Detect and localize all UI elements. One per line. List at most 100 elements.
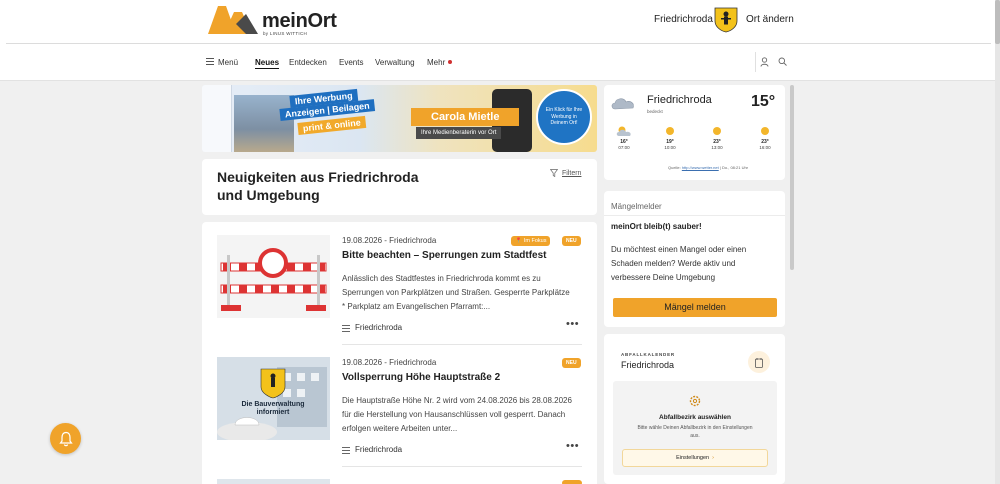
forecast-slot: 16° 07:00 bbox=[612, 125, 636, 150]
news-headline[interactable]: Vollsperrung Höhe Hauptstraße 2 bbox=[342, 372, 500, 383]
maengelmelder-widget: Mängelmelder meinOrt bleib(t) sauber! Du… bbox=[604, 191, 785, 327]
banner-cta-text: Ein Klick für Ihre Werbung in Deinem Ort… bbox=[545, 107, 583, 127]
calendar-icon[interactable] bbox=[748, 351, 770, 373]
category-icon bbox=[342, 447, 350, 454]
more-options-icon[interactable]: ••• bbox=[566, 318, 579, 330]
forecast-time: 16:00 bbox=[759, 145, 771, 150]
filter-icon[interactable] bbox=[550, 169, 558, 177]
filter-link[interactable]: Filtern bbox=[562, 170, 581, 177]
forecast-time: 13:00 bbox=[711, 145, 723, 150]
meinort-logo[interactable]: meinOrt by LINUS WITTICH bbox=[206, 4, 337, 38]
maengel-divider bbox=[604, 215, 785, 216]
abfall-empty-state: Abfallbezirk auswählen Bitte wähle Deine… bbox=[613, 381, 777, 475]
badge-focus-label: Im Fokus bbox=[523, 238, 547, 244]
news-list: 19.08.2026 - Friedrichroda 📍 Im Fokus NEU… bbox=[202, 222, 597, 484]
ad-banner[interactable]: Ihre Werbung Anzeigen | Beilagen print &… bbox=[202, 85, 597, 152]
weather-widget[interactable]: Friedrichroda bedeckt 15° 16° 07:00 19° … bbox=[604, 85, 785, 180]
news-date: 19.08.2026 - Friedrichroda bbox=[342, 236, 437, 245]
weather-source-time: | Do., 08:21 Uhr bbox=[719, 165, 749, 170]
partly-cloudy-icon bbox=[616, 126, 631, 136]
settings-button[interactable]: Einstellungen › bbox=[622, 449, 768, 467]
weather-temperature: 15° bbox=[751, 93, 776, 110]
badge-focus: 📍 Im Fokus bbox=[511, 236, 551, 246]
sidebar-scrollbar[interactable] bbox=[790, 85, 794, 270]
banner-line-3: print & online bbox=[297, 115, 367, 135]
notifications-button[interactable] bbox=[50, 423, 81, 454]
news-thumbnail[interactable]: Die Bauverwaltung informiert bbox=[217, 357, 330, 440]
main-nav: Menü Neues Entdecken Events Verwaltung M… bbox=[0, 44, 995, 81]
gear-icon bbox=[689, 395, 701, 407]
construction-image bbox=[217, 357, 330, 440]
news-location-tag[interactable]: Friedrichroda bbox=[355, 323, 402, 332]
banner-contact-name: Carola Mietle bbox=[411, 108, 520, 126]
news-excerpt: Anlässlich des Stadtfestes in Friedrichr… bbox=[342, 274, 570, 311]
sunny-icon bbox=[666, 127, 674, 135]
thumbnail-caption: Die Bauverwaltung informiert bbox=[241, 401, 305, 417]
current-place: Friedrichroda bbox=[654, 14, 713, 25]
maengel-label: Mängelmelder bbox=[611, 202, 662, 211]
nav-item-events[interactable]: Events bbox=[339, 58, 363, 67]
page-scrollbar-track bbox=[995, 0, 1000, 484]
nav-item-neues[interactable]: Neues bbox=[255, 58, 279, 67]
change-location-link[interactable]: Ort ändern bbox=[746, 14, 794, 25]
category-icon bbox=[342, 325, 350, 332]
forecast-slot: 23° 16:00 bbox=[753, 125, 777, 150]
news-date: 19.08.2026 - Friedrichroda bbox=[342, 358, 437, 367]
hamburger-icon[interactable] bbox=[206, 58, 214, 65]
nav-item-verwaltung[interactable]: Verwaltung bbox=[375, 58, 415, 67]
page-scrollbar-thumb[interactable] bbox=[995, 0, 1000, 44]
news-thumbnail-peek bbox=[217, 479, 330, 484]
abfall-label: ABFALLKALENDER bbox=[621, 352, 675, 357]
abfall-title: Abfallbezirk auswählen bbox=[659, 414, 731, 421]
forecast-slot: 19° 10:00 bbox=[658, 125, 682, 150]
badge-peek bbox=[562, 480, 582, 484]
abfall-place: Friedrichroda bbox=[621, 360, 675, 370]
bell-icon bbox=[58, 431, 73, 446]
logo-mark-icon bbox=[208, 6, 258, 34]
news-excerpt: Die Hauptstraße Höhe Nr. 2 wird vom 24.0… bbox=[342, 396, 572, 433]
trash-calendar-icon bbox=[755, 357, 763, 368]
barrier-image bbox=[217, 235, 330, 318]
more-options-icon[interactable]: ••• bbox=[566, 440, 579, 452]
maengel-text: Du möchtest einen Mangel oder einen Scha… bbox=[611, 245, 747, 282]
banner-brand-strip bbox=[202, 85, 232, 152]
weather-source-label: Quelle: bbox=[668, 165, 681, 170]
item-divider bbox=[342, 466, 582, 467]
abfall-subtitle: Bitte wähle Deinen Abfallbezirk in den E… bbox=[637, 425, 753, 439]
forecast-slot: 23° 13:00 bbox=[705, 125, 729, 150]
pin-icon: 📍 bbox=[515, 238, 522, 244]
weather-place: Friedrichroda bbox=[647, 94, 712, 106]
banner-contact-role: Ihre Medienberaterin vor Ort bbox=[416, 127, 502, 139]
logo-subtext: by LINUS WITTICH bbox=[263, 31, 308, 36]
banner-cta-circle: Ein Klick für Ihre Werbung in Deinem Ort… bbox=[536, 89, 592, 145]
site-header: meinOrt by LINUS WITTICH Friedrichroda O… bbox=[0, 0, 995, 44]
news-item[interactable]: Die Bauverwaltung informiert 19.08.2026 … bbox=[202, 344, 597, 466]
sunny-icon bbox=[761, 127, 769, 135]
forecast-time: 07:00 bbox=[618, 145, 630, 150]
nav-menu[interactable]: Menü bbox=[218, 58, 238, 67]
town-crest-icon bbox=[714, 7, 738, 33]
user-icon[interactable] bbox=[760, 57, 769, 67]
weather-source-link[interactable]: http://www.wetter.net bbox=[682, 165, 719, 170]
badge-new: NEU bbox=[562, 358, 581, 368]
sunny-icon bbox=[713, 127, 721, 135]
news-item[interactable]: 19.08.2026 - Friedrichroda 📍 Im Fokus NEU… bbox=[202, 222, 597, 344]
news-header-card: Neuigkeiten aus Friedrichroda und Umgebu… bbox=[202, 159, 597, 215]
nav-item-mehr[interactable]: Mehr bbox=[427, 58, 445, 67]
logo-text: meinOrt bbox=[262, 10, 337, 32]
badge-new: NEU bbox=[562, 236, 581, 246]
search-icon[interactable] bbox=[778, 57, 787, 66]
news-location-tag[interactable]: Friedrichroda bbox=[355, 445, 402, 454]
weather-source: Quelle: http://www.wetter.net | Do., 08:… bbox=[668, 165, 748, 170]
nav-divider bbox=[755, 52, 756, 72]
settings-button-label: Einstellungen bbox=[676, 455, 710, 461]
abfallkalender-widget: ABFALLKALENDER Friedrichroda Abfallbezir… bbox=[604, 334, 785, 484]
cloud-icon bbox=[611, 98, 634, 110]
page-title: Neuigkeiten aus Friedrichroda und Umgebu… bbox=[217, 169, 419, 204]
arrow-right-icon: › bbox=[712, 455, 714, 461]
news-headline[interactable]: Bitte beachten – Sperrungen zum Stadtfes… bbox=[342, 250, 546, 261]
nav-item-entdecken[interactable]: Entdecken bbox=[289, 58, 327, 67]
news-thumbnail[interactable] bbox=[217, 235, 330, 318]
notification-dot bbox=[448, 60, 452, 64]
report-defect-button[interactable]: Mängel melden bbox=[613, 298, 777, 317]
